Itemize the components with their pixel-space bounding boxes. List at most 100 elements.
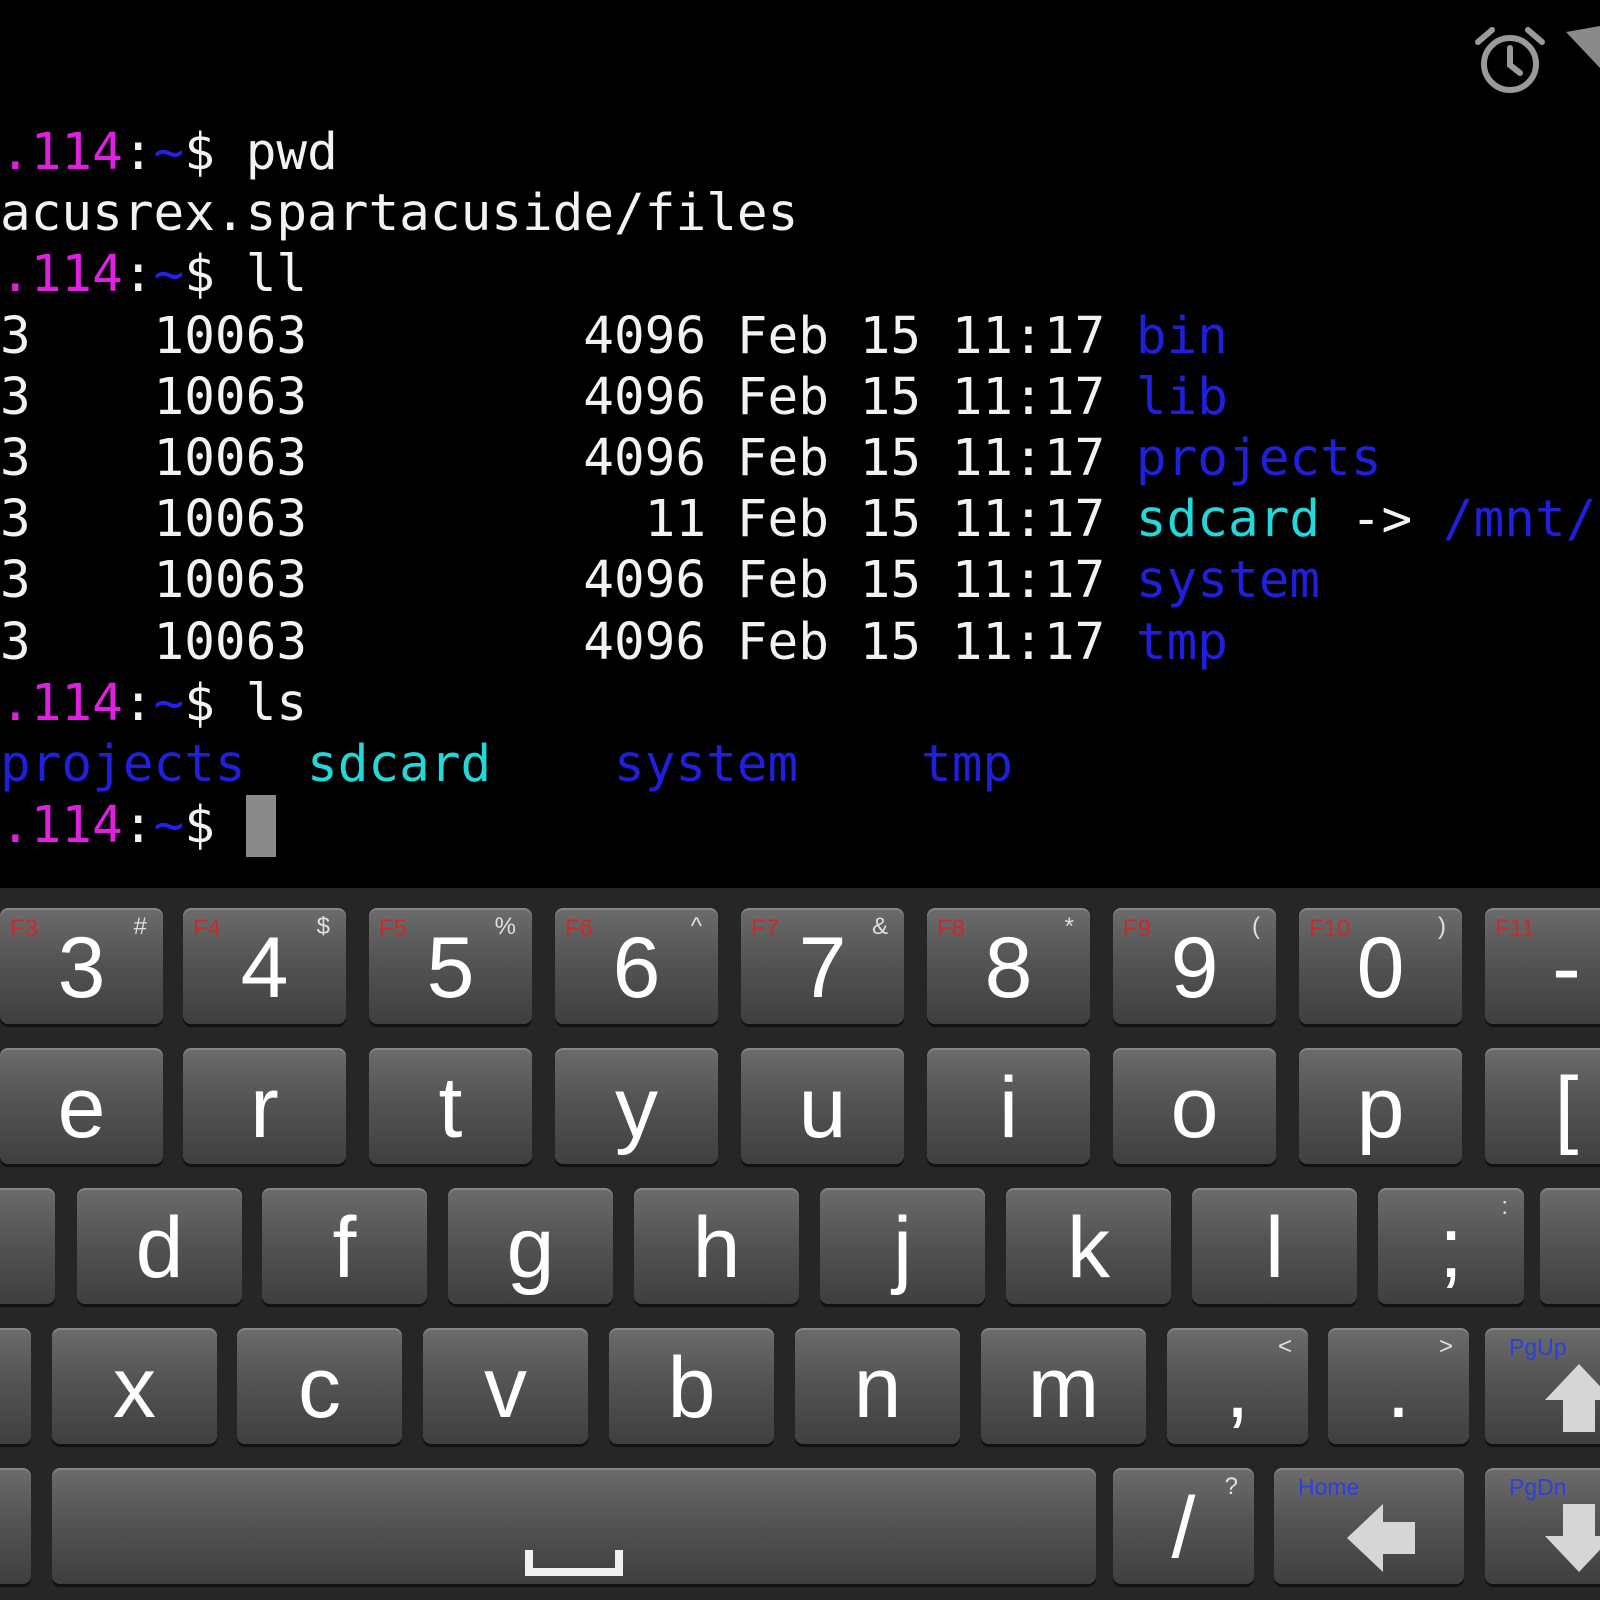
file-date: Feb 15 11:17 bbox=[736, 551, 1106, 611]
file-size: 4096 bbox=[583, 429, 707, 488]
prompt-symbol: $ bbox=[184, 796, 246, 856]
key-r[interactable]: r bbox=[183, 1048, 346, 1164]
key-slash[interactable]: ? / bbox=[1113, 1468, 1254, 1584]
key-e[interactable]: e bbox=[0, 1048, 163, 1164]
key-comma[interactable]: <, bbox=[1167, 1328, 1308, 1444]
prompt-line: .114:~$ pwd bbox=[0, 122, 338, 184]
key-label: i bbox=[998, 1060, 1019, 1156]
key-n[interactable]: n bbox=[795, 1328, 960, 1444]
key-t[interactable]: t bbox=[369, 1048, 532, 1164]
key-minus[interactable]: F11_- bbox=[1485, 908, 1600, 1024]
terminal-screen[interactable]: .114:~$ pwd acusrex.spartacuside/files .11… bbox=[0, 0, 1600, 888]
key-j[interactable]: j bbox=[820, 1188, 985, 1304]
key-5[interactable]: F5% 5 bbox=[369, 908, 532, 1024]
ls-item: sdcard bbox=[307, 735, 492, 794]
soft-keyboard: F3#3F4$4F5%5F6^6F7&7F8*8F9(9F10)0F11_-e r… bbox=[0, 888, 1600, 1600]
key-label: f bbox=[332, 1200, 357, 1296]
key-m[interactable]: m bbox=[981, 1328, 1146, 1444]
key-y[interactable]: y bbox=[555, 1048, 718, 1164]
key-p[interactable]: p bbox=[1299, 1048, 1462, 1164]
key-label: u bbox=[798, 1060, 847, 1156]
prompt-line: .114:~$ bbox=[0, 795, 276, 858]
key-o[interactable]: o bbox=[1113, 1048, 1276, 1164]
key-partial[interactable] bbox=[0, 1468, 31, 1584]
key-g[interactable]: g bbox=[448, 1188, 613, 1304]
prompt-symbol: $ bbox=[184, 673, 246, 733]
key-9[interactable]: F9(9 bbox=[1113, 908, 1276, 1024]
file-name: bin bbox=[1135, 306, 1229, 366]
space-key[interactable] bbox=[52, 1468, 1096, 1584]
file-size: 11 bbox=[644, 490, 707, 550]
output-line: acusrex.spartacuside/files bbox=[0, 183, 798, 245]
key-label: v bbox=[484, 1340, 527, 1436]
key-6[interactable]: F6 ^ 6 bbox=[555, 908, 718, 1024]
key-0[interactable]: F10) 0 bbox=[1299, 908, 1462, 1024]
key-label: , bbox=[1225, 1340, 1250, 1436]
key-8[interactable]: F8 * 8 bbox=[927, 908, 1090, 1024]
key-label: ; bbox=[1439, 1200, 1463, 1296]
key-i[interactable]: i bbox=[927, 1048, 1090, 1164]
key-label: l bbox=[1264, 1200, 1285, 1296]
key-k[interactable]: k bbox=[1006, 1188, 1171, 1304]
output-text: acusrex.spartacuside/files bbox=[0, 184, 799, 244]
key-label: n bbox=[853, 1340, 902, 1436]
key-pgdn[interactable]: PgDn bbox=[1485, 1468, 1600, 1584]
key-b[interactable]: b bbox=[609, 1328, 774, 1444]
key-bracket[interactable]: {[ bbox=[1485, 1048, 1600, 1164]
file-date: Feb 15 11:17 bbox=[736, 306, 1106, 366]
text-cursor bbox=[245, 795, 276, 858]
key-partial[interactable] bbox=[1540, 1188, 1600, 1304]
key-home[interactable]: Home bbox=[1274, 1468, 1464, 1584]
key-label: 5 bbox=[426, 920, 475, 1016]
key-label: o bbox=[1170, 1060, 1219, 1156]
prompt-host: .114 bbox=[0, 245, 123, 305]
prompt-line: .114:~$ ls bbox=[0, 673, 307, 735]
key-x[interactable]: x bbox=[52, 1328, 217, 1444]
file-name: lib bbox=[1135, 367, 1229, 427]
prompt-separator: : bbox=[122, 123, 154, 182]
prompt-host: .114 bbox=[0, 796, 123, 856]
file-name: projects bbox=[1135, 429, 1382, 488]
key-l[interactable]: l bbox=[1192, 1188, 1357, 1304]
key-label: 7 bbox=[798, 920, 847, 1016]
prompt-separator: : bbox=[122, 673, 154, 733]
nav-key-label: PgDn bbox=[1509, 1474, 1567, 1500]
prompt-host: .114 bbox=[0, 673, 123, 733]
nav-key-label: PgUp bbox=[1509, 1334, 1567, 1360]
key-v[interactable]: v bbox=[423, 1328, 588, 1444]
key-label: / bbox=[1171, 1480, 1196, 1576]
file-date: Feb 15 11:17 bbox=[736, 612, 1106, 672]
key-label: k bbox=[1067, 1200, 1110, 1296]
prompt-path: ~ bbox=[153, 123, 185, 182]
symlink-target: /mnt/ bbox=[1442, 490, 1597, 550]
prompt-separator: : bbox=[122, 245, 154, 305]
key-c[interactable]: c bbox=[237, 1328, 402, 1444]
file-name: sdcard bbox=[1135, 490, 1321, 550]
key-4[interactable]: F4 $4 bbox=[183, 908, 346, 1024]
key-label: - bbox=[1552, 920, 1581, 1016]
key-3[interactable]: F3 #3 bbox=[0, 908, 163, 1024]
key-period[interactable]: >. bbox=[1328, 1328, 1469, 1444]
key-semicolon[interactable]: :; bbox=[1378, 1188, 1524, 1304]
key-7[interactable]: F7 & 7 bbox=[741, 908, 904, 1024]
key-label: x bbox=[113, 1340, 156, 1436]
key-label: p bbox=[1356, 1060, 1405, 1156]
key-f[interactable]: f bbox=[262, 1188, 427, 1304]
key-label: . bbox=[1386, 1340, 1411, 1436]
file-size: 4096 bbox=[583, 306, 707, 366]
key-partial[interactable] bbox=[0, 1328, 31, 1444]
key-u[interactable]: u bbox=[741, 1048, 904, 1164]
arrow-down-icon bbox=[1544, 1504, 1600, 1572]
key-d[interactable]: d bbox=[77, 1188, 242, 1304]
file-name: tmp bbox=[1135, 612, 1229, 672]
key-label: d bbox=[135, 1200, 184, 1296]
key-partial[interactable] bbox=[0, 1188, 55, 1304]
key-label: 4 bbox=[240, 920, 289, 1016]
prompt-path: ~ bbox=[153, 245, 185, 305]
key-label: t bbox=[438, 1060, 463, 1156]
file-size: 4096 bbox=[583, 367, 707, 427]
key-label: h bbox=[692, 1200, 741, 1296]
key-pgup[interactable]: PgUp bbox=[1485, 1328, 1600, 1444]
command-text: pwd bbox=[245, 123, 338, 182]
key-h[interactable]: h bbox=[634, 1188, 799, 1304]
